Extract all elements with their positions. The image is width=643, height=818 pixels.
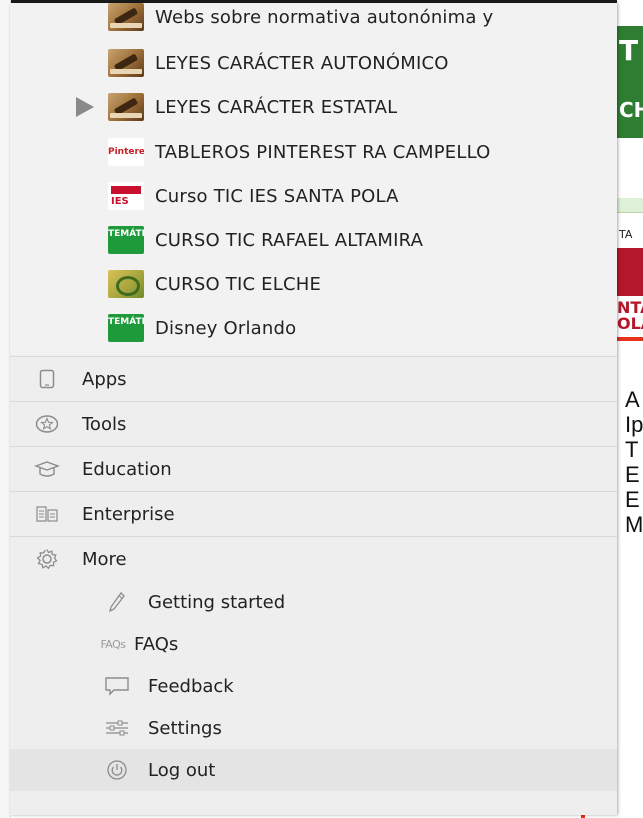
nav-label: Enterprise bbox=[82, 503, 175, 525]
tematic-icon-text: TEMÁTI bbox=[108, 317, 144, 327]
elche-icon bbox=[108, 270, 144, 298]
gavel-icon bbox=[108, 49, 144, 77]
gavel-icon bbox=[108, 3, 144, 31]
nav-item-more[interactable]: More bbox=[10, 536, 617, 581]
submenu-arrow-icon bbox=[76, 97, 94, 117]
nav-item-apps[interactable]: Apps bbox=[10, 356, 617, 401]
gavel-icon bbox=[108, 93, 144, 121]
ies-icon-text: IES bbox=[111, 196, 129, 207]
app-menu-panel: Webs sobre normativa autonónima y LEYES … bbox=[10, 3, 617, 815]
star-badge-icon bbox=[34, 413, 60, 435]
more-item-label: Getting started bbox=[148, 591, 286, 613]
bookmark-label: CURSO TIC ELCHE bbox=[155, 273, 322, 295]
more-item-label: FAQs bbox=[134, 633, 179, 655]
background-red-line-2: OLA bbox=[617, 314, 643, 333]
nav-item-tools[interactable]: Tools bbox=[10, 401, 617, 446]
nav-label: Apps bbox=[82, 368, 127, 390]
background-subtext: CH bbox=[619, 98, 643, 122]
bookmark-label: Disney Orlando bbox=[155, 317, 297, 339]
tematic-icon-text: TEMÁTI bbox=[108, 229, 144, 239]
bookmark-item[interactable]: IES Curso TIC IES SANTA POLA bbox=[10, 174, 617, 218]
graduation-cap-icon bbox=[34, 458, 60, 480]
tablet-icon bbox=[34, 368, 60, 390]
background-red-text: NTA OLA bbox=[617, 300, 643, 332]
pencil-icon bbox=[102, 591, 132, 613]
bookmark-item[interactable]: Pinterest TABLEROS PINTEREST RA CAMPELLO bbox=[10, 130, 617, 174]
callout-line: Ip bbox=[625, 412, 643, 437]
nav-label: Tools bbox=[82, 413, 127, 435]
background-green-strip bbox=[617, 198, 643, 213]
tematic-icon: TEMÁTI bbox=[108, 226, 144, 254]
power-icon bbox=[102, 759, 132, 781]
tematic-icon: TEMÁTI bbox=[108, 314, 144, 342]
bookmark-item[interactable]: LEYES CARÁCTER ESTATAL bbox=[10, 85, 617, 129]
callout-text: A Ip T E E M bbox=[625, 387, 643, 537]
nav-label: Education bbox=[82, 458, 172, 480]
pinterest-icon-text: Pinterest bbox=[108, 147, 144, 157]
ies-icon: IES bbox=[108, 182, 144, 210]
background-green-banner: T CH bbox=[617, 26, 643, 138]
more-item-faqs[interactable]: FAQs FAQs bbox=[10, 623, 617, 665]
nav-label: More bbox=[82, 548, 127, 570]
bookmark-item[interactable]: TEMÁTI Disney Orlando bbox=[10, 306, 617, 350]
callout-line: T bbox=[625, 437, 639, 462]
nav-item-enterprise[interactable]: Enterprise bbox=[10, 491, 617, 536]
bookmark-item[interactable]: Webs sobre normativa autonónima y bbox=[10, 3, 617, 39]
background-red-block bbox=[617, 248, 643, 296]
more-item-log-out[interactable]: Log out bbox=[10, 749, 617, 791]
more-item-getting-started[interactable]: Getting started bbox=[10, 581, 617, 623]
callout-line: E bbox=[625, 462, 640, 487]
bookmark-item[interactable]: LEYES CARÁCTER AUTONÓMICO bbox=[10, 41, 617, 85]
bookmark-label: LEYES CARÁCTER AUTONÓMICO bbox=[155, 52, 449, 74]
faqs-icon: FAQs bbox=[98, 633, 128, 655]
faqs-icon-text: FAQs bbox=[100, 637, 126, 651]
sliders-icon bbox=[102, 717, 132, 739]
nav-item-education[interactable]: Education bbox=[10, 446, 617, 491]
speech-bubble-icon bbox=[102, 675, 132, 697]
bookmark-label: TABLEROS PINTEREST RA CAMPELLO bbox=[155, 141, 491, 163]
bookmark-item[interactable]: CURSO TIC ELCHE bbox=[10, 262, 617, 306]
bookmark-label: LEYES CARÁCTER ESTATAL bbox=[155, 96, 398, 118]
more-item-label: Settings bbox=[148, 717, 222, 739]
callout-line: E bbox=[625, 487, 640, 512]
background-ta-text: TA bbox=[619, 228, 633, 241]
pinterest-icon: Pinterest bbox=[108, 138, 144, 166]
callout-line: A bbox=[625, 387, 640, 412]
more-item-label: Feedback bbox=[148, 675, 234, 697]
more-item-label: Log out bbox=[148, 759, 216, 781]
bookmark-item[interactable]: TEMÁTI CURSO TIC RAFAEL ALTAMIRA bbox=[10, 218, 617, 262]
background-heading-letter: T bbox=[619, 34, 639, 67]
bookmark-label: Curso TIC IES SANTA POLA bbox=[155, 185, 399, 207]
building-grid-icon bbox=[34, 503, 60, 525]
callout-line: M bbox=[625, 512, 643, 537]
bookmark-label: Webs sobre normativa autonónima y bbox=[155, 6, 494, 28]
gear-icon bbox=[34, 548, 60, 570]
bookmarks-list: Webs sobre normativa autonónima y LEYES … bbox=[10, 3, 617, 355]
bookmark-label: CURSO TIC RAFAEL ALTAMIRA bbox=[155, 229, 424, 251]
more-item-feedback[interactable]: Feedback bbox=[10, 665, 617, 707]
more-item-settings[interactable]: Settings bbox=[10, 707, 617, 749]
